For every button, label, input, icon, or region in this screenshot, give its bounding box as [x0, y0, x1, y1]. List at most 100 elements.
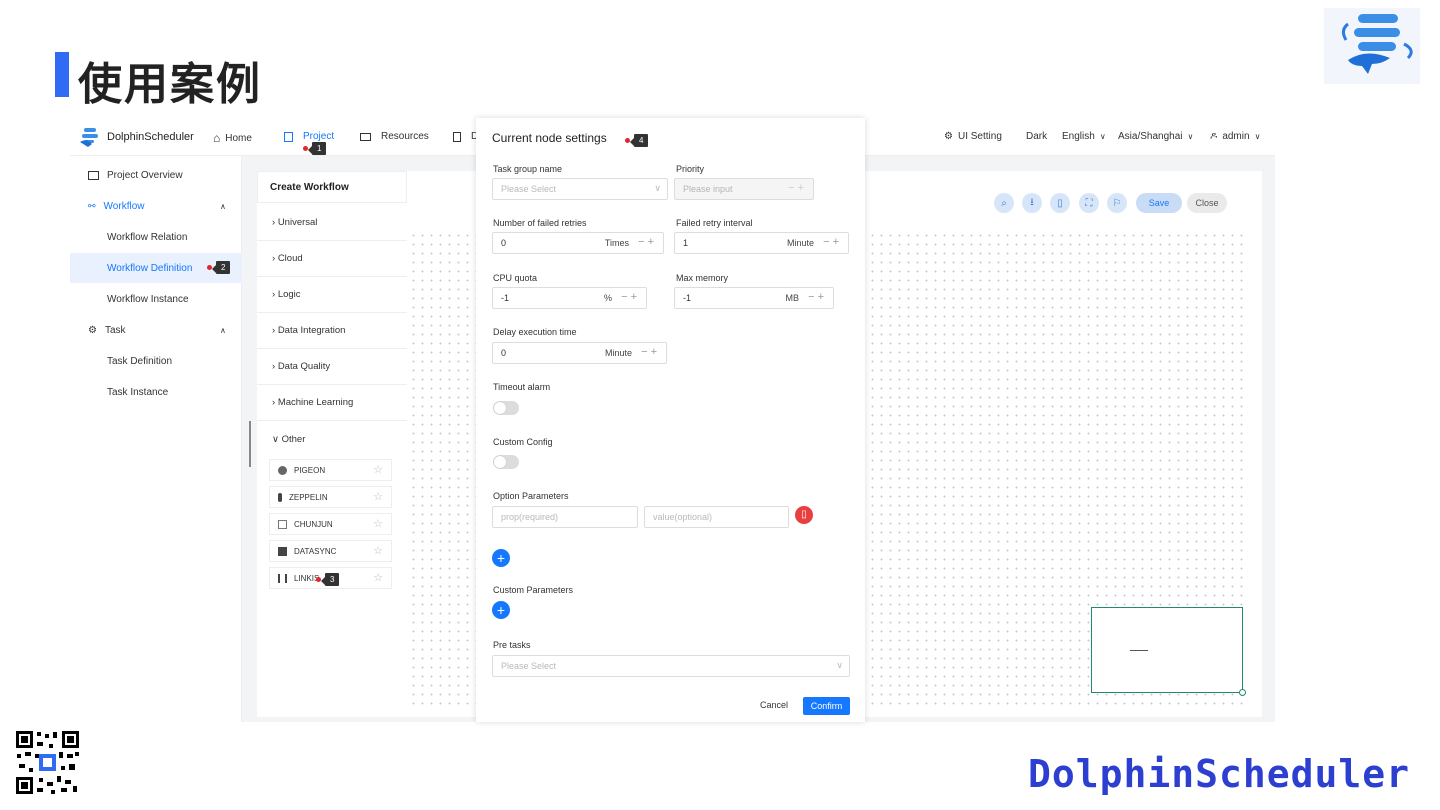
star-icon[interactable]: ☆	[373, 544, 383, 557]
stepper-icon[interactable]: −+	[641, 346, 660, 358]
category-universal[interactable]: › Universal	[257, 205, 407, 241]
confirm-button[interactable]: Confirm	[803, 697, 850, 715]
max-memory-input[interactable]: -1 MB −+	[674, 287, 834, 309]
input-placeholder: Please input	[683, 184, 733, 194]
format-button[interactable]: ⚐	[1107, 193, 1127, 213]
delay-input[interactable]: 0 Minute −+	[492, 342, 667, 364]
priority-input[interactable]: Please input −+	[674, 178, 814, 200]
nav-project-label: Project	[303, 131, 335, 142]
fullscreen-button[interactable]: ⛶	[1079, 193, 1099, 213]
linkis-icon	[278, 573, 287, 583]
category-machine-learning[interactable]: › Machine Learning	[257, 385, 407, 421]
task-item-chunjun[interactable]: CHUNJUN ☆	[269, 513, 392, 535]
category-other[interactable]: ∨ Other	[257, 421, 407, 457]
stepper-icon[interactable]: −+	[823, 236, 842, 248]
sidebar-item-task[interactable]: ⚙ Task ∧	[70, 315, 242, 345]
timezone-select[interactable]: Asia/Shanghai ∨	[1118, 131, 1193, 142]
chevron-up-icon: ∧	[220, 325, 226, 335]
logo-icon	[80, 128, 98, 147]
task-item-zeppelin[interactable]: ZEPPELIN ☆	[269, 486, 392, 508]
category-label: Universal	[277, 217, 318, 228]
download-button[interactable]: ⭳	[1022, 193, 1042, 213]
search-button[interactable]: ⌕	[994, 193, 1014, 213]
add-custom-param-button[interactable]: +	[492, 601, 510, 619]
sidebar-item-label: Task Definition	[107, 355, 173, 367]
marker-1: 1	[303, 142, 327, 155]
create-workflow-header: Create Workflow	[257, 171, 407, 203]
sidebar-item-workflow-instance[interactable]: Workflow Instance	[70, 284, 242, 314]
scrollbar[interactable]	[249, 421, 251, 467]
star-icon[interactable]: ☆	[373, 571, 383, 584]
prop-input[interactable]: prop(required)	[492, 506, 638, 528]
input-value: -1	[501, 293, 510, 303]
retry-interval-input[interactable]: 1 Minute −+	[674, 232, 849, 254]
star-icon[interactable]: ☆	[373, 517, 383, 530]
sidebar-item-workflow-relation[interactable]: Workflow Relation	[70, 222, 242, 252]
custom-params-label: Custom Parameters	[493, 585, 574, 595]
failed-retries-input[interactable]: 0 Times −+	[492, 232, 664, 254]
marker-3: 3	[316, 573, 340, 586]
user-menu[interactable]: ዶ admin ∨	[1210, 131, 1260, 142]
ui-setting-button[interactable]: ⚙ UI Setting	[944, 131, 1002, 142]
nav-resources-label: Resources	[381, 131, 429, 142]
add-option-param-button[interactable]: +	[492, 549, 510, 567]
chevron-down-icon: ∨	[1099, 132, 1106, 141]
nav-home[interactable]: ⌂ Home	[213, 131, 252, 145]
value-input[interactable]: value(optional)	[644, 506, 789, 528]
app-logo[interactable]: DolphinScheduler	[76, 126, 194, 148]
stepper-icon[interactable]: −+	[638, 236, 657, 248]
unit-label: Times	[604, 238, 629, 248]
delete-button[interactable]: ▯	[1050, 193, 1070, 213]
close-button[interactable]: Close	[1187, 193, 1227, 213]
custom-config-toggle[interactable]	[493, 455, 519, 469]
download-icon: ⭳	[1030, 196, 1034, 208]
chevron-down-icon: ∨	[654, 183, 661, 193]
category-label: Machine Learning	[277, 397, 354, 408]
slide-title: 使用案例	[78, 59, 262, 110]
category-cloud[interactable]: › Cloud	[257, 241, 407, 277]
sidebar-item-workflow[interactable]: ⚯ Workflow ∧	[70, 191, 242, 221]
task-item-datasync[interactable]: DATASYNC ☆	[269, 540, 392, 562]
nav-project[interactable]: Project	[284, 131, 334, 142]
nav-datasource[interactable]: D	[453, 131, 478, 142]
brand-wordmark: DolphinScheduler	[1027, 752, 1410, 796]
stepper-icon[interactable]: −+	[621, 291, 640, 303]
document-icon	[453, 131, 461, 142]
nav-resources[interactable]: Resources	[360, 131, 429, 142]
task-item-linkis[interactable]: LINKIS ☆ 3	[269, 567, 392, 589]
sidebar-item-project-overview[interactable]: Project Overview	[70, 160, 242, 190]
star-icon[interactable]: ☆	[373, 490, 383, 503]
timeout-alarm-label: Timeout alarm	[493, 382, 551, 392]
task-item-pigeon[interactable]: PIGEON ☆	[269, 459, 392, 481]
custom-config-label: Custom Config	[493, 437, 553, 447]
sidebar: Project Overview ⚯ Workflow ∧ Workflow R…	[70, 156, 242, 722]
category-logic[interactable]: › Logic	[257, 277, 407, 313]
marker-tag: 2	[211, 261, 231, 274]
marker-2: 2	[207, 261, 231, 274]
marker-tag: 4	[629, 134, 649, 147]
sidebar-item-task-instance[interactable]: Task Instance	[70, 377, 242, 407]
input-placeholder: value(optional)	[653, 512, 713, 522]
category-label: Logic	[277, 289, 301, 300]
language-select[interactable]: English ∨	[1062, 131, 1106, 142]
chevron-up-icon: ∧	[220, 201, 226, 211]
theme-toggle[interactable]: Dark	[1026, 131, 1047, 142]
delete-param-button[interactable]: ▯	[795, 506, 813, 524]
category-label: Data Quality	[277, 361, 331, 372]
sidebar-item-task-definition[interactable]: Task Definition	[70, 346, 242, 376]
save-button[interactable]: Save	[1136, 193, 1182, 213]
minimap-resize-handle[interactable]	[1239, 689, 1246, 696]
timeout-alarm-toggle[interactable]	[493, 401, 519, 415]
minimap[interactable]	[1091, 607, 1246, 696]
star-icon[interactable]: ☆	[373, 463, 383, 476]
cpu-quota-input[interactable]: -1 % −+	[492, 287, 647, 309]
timezone-label: Asia/Shanghai	[1118, 131, 1183, 142]
sidebar-item-workflow-definition[interactable]: Workflow Definition 2	[70, 253, 242, 283]
cancel-button[interactable]: Cancel	[760, 700, 788, 710]
task-group-select[interactable]: Please Select ∨	[492, 178, 668, 200]
datasync-icon	[278, 546, 287, 556]
stepper-icon[interactable]: −+	[808, 291, 827, 303]
category-data-quality[interactable]: › Data Quality	[257, 349, 407, 385]
category-data-integration[interactable]: › Data Integration	[257, 313, 407, 349]
pre-tasks-select[interactable]: Please Select ∨	[492, 655, 850, 677]
